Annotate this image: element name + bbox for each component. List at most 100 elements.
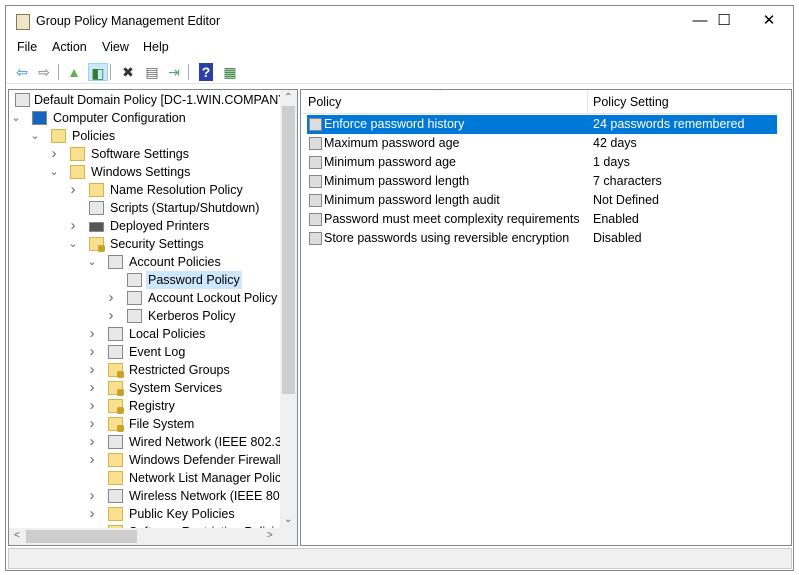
policy-row[interactable]: Store passwords using reversible encrypt… [307, 229, 777, 248]
policy-icon [127, 273, 142, 287]
tree-vertical-scrollbar[interactable]: ⌃ ⌄ [280, 90, 297, 528]
menu-file[interactable]: File [17, 40, 37, 54]
chevron-right-icon[interactable]: › [68, 217, 78, 235]
close-button[interactable]: ✕ [746, 6, 792, 36]
chevron-right-icon[interactable]: › [49, 145, 59, 163]
tree-item-label: Local Policies [129, 327, 206, 341]
policy-setting-icon [309, 156, 322, 169]
tree-item[interactable]: › Local Policies [9, 325, 281, 343]
tree-item-label: Network List Manager Policies [129, 471, 298, 485]
policy-setting-value: 42 days [593, 136, 637, 150]
tree-item[interactable]: Network List Manager Policies [9, 469, 297, 487]
tree-item[interactable]: ⌄ Security Settings [9, 235, 281, 253]
chevron-right-icon[interactable]: › [87, 343, 97, 361]
menu-action[interactable]: Action [52, 40, 87, 54]
chevron-right-icon[interactable]: › [87, 433, 97, 451]
tree-item[interactable]: › Windows Defender Firewall with Advanced… [9, 451, 298, 469]
tree-item-label: Restricted Groups [129, 363, 230, 377]
tree-item-label: Software Settings [91, 147, 189, 161]
export-list-icon[interactable]: ⇥ [164, 63, 184, 81]
column-divider[interactable] [587, 90, 588, 114]
tree-item[interactable]: › Kerberos Policy [9, 307, 281, 325]
tree-item[interactable]: › Public Key Policies [9, 505, 281, 523]
scrollbar-thumb[interactable] [282, 106, 295, 394]
chevron-right-icon[interactable]: › [87, 451, 97, 469]
back-arrow-icon[interactable]: ⇦ [12, 63, 32, 81]
scroll-right-icon[interactable]: > [267, 530, 273, 541]
tree-item-label: Event Log [129, 345, 186, 359]
tree-item[interactable]: ⌄ Computer Configuration [9, 109, 281, 127]
tree-item[interactable]: › Wireless Network (IEEE 802.11) Policies [9, 487, 298, 505]
up-folder-icon[interactable]: ▲ [64, 63, 84, 81]
policy-row[interactable]: Password must meet complexity requiremen… [307, 210, 777, 229]
tree-item[interactable]: › File System [9, 415, 281, 433]
policy-row[interactable]: Maximum password age 42 days [307, 134, 777, 153]
scroll-up-icon[interactable]: ⌃ [284, 92, 292, 103]
chevron-down-icon[interactable]: ⌄ [11, 109, 21, 127]
security-folder-icon [108, 399, 124, 414]
policy-setting-icon [309, 118, 322, 131]
chevron-right-icon[interactable]: › [87, 379, 97, 397]
tree-item[interactable]: › Software Settings [9, 145, 281, 163]
column-header-policy[interactable]: Policy [308, 95, 341, 109]
tree-item[interactable]: Scripts (Startup/Shutdown) [9, 199, 281, 217]
tree-item[interactable]: Default Domain Policy [DC-1.WIN.COMPANY.… [9, 91, 297, 109]
chevron-right-icon[interactable]: › [87, 487, 97, 505]
chevron-down-icon[interactable]: ⌄ [87, 253, 97, 271]
chevron-down-icon[interactable]: ⌄ [49, 163, 59, 181]
show-action-pane-icon[interactable]: ▦ [220, 63, 240, 81]
policy-setting-value: 1 days [593, 155, 630, 169]
chevron-right-icon[interactable]: › [106, 307, 116, 325]
scrollbar-thumb[interactable] [26, 530, 137, 543]
tree-item[interactable]: ⌄ Windows Settings [9, 163, 281, 181]
policy-icon [127, 291, 142, 305]
tree-item[interactable]: › Restricted Groups [9, 361, 281, 379]
tree-item[interactable]: › System Services [9, 379, 281, 397]
tree-item[interactable]: › Wired Network (IEEE 802.3) Policies [9, 433, 298, 451]
policy-name: Minimum password length audit [324, 193, 500, 207]
policy-setting-value: Disabled [593, 231, 642, 245]
menu-view[interactable]: View [102, 40, 129, 54]
tree-item[interactable]: ⌄ Policies [9, 127, 281, 145]
chevron-down-icon[interactable]: ⌄ [30, 127, 40, 145]
show-hide-tree-icon[interactable]: ◧ [88, 63, 108, 81]
forward-arrow-icon[interactable]: ⇨ [34, 63, 54, 81]
tree-item[interactable]: › Registry [9, 397, 281, 415]
tree-item[interactable]: › Event Log [9, 343, 281, 361]
policy-icon [15, 93, 30, 107]
tree-horizontal-scrollbar[interactable]: < > [9, 528, 297, 545]
tree-item[interactable]: › Deployed Printers [9, 217, 281, 235]
chevron-right-icon[interactable]: › [87, 415, 97, 433]
policy-name: Maximum password age [324, 136, 460, 150]
policy-icon [108, 489, 123, 503]
scroll-left-icon[interactable]: < [14, 530, 20, 541]
tree-item[interactable]: › Name Resolution Policy [9, 181, 281, 199]
policy-name: Password must meet complexity requiremen… [324, 212, 580, 226]
chevron-right-icon[interactable]: › [106, 289, 116, 307]
policy-row[interactable]: Enforce password history 24 passwords rem… [307, 115, 777, 134]
tree-item[interactable]: ⌄ Account Policies [9, 253, 281, 271]
maximize-button[interactable]: ☐ [701, 6, 747, 36]
tree-item[interactable]: Password Policy [9, 271, 281, 289]
chevron-right-icon[interactable]: › [87, 361, 97, 379]
chevron-right-icon[interactable]: › [87, 325, 97, 343]
tree-item-label: Account Policies [129, 255, 221, 269]
policy-row[interactable]: Minimum password length audit Not Defined [307, 191, 777, 210]
chevron-right-icon[interactable]: › [68, 181, 78, 199]
chevron-right-icon[interactable]: › [87, 397, 97, 415]
help-icon[interactable]: ? [199, 63, 213, 81]
scroll-down-icon[interactable]: ⌄ [284, 514, 292, 525]
properties-icon[interactable]: ▤ [142, 63, 162, 81]
tree-item-label: Name Resolution Policy [110, 183, 243, 197]
policy-icon [108, 327, 123, 341]
tree-item[interactable]: › Account Lockout Policy [9, 289, 281, 307]
tree-item-label: System Services [129, 381, 223, 395]
chevron-right-icon[interactable]: › [87, 505, 97, 523]
menu-help[interactable]: Help [143, 40, 169, 54]
policy-row[interactable]: Minimum password length 7 characters [307, 172, 777, 191]
column-header-policy-setting[interactable]: Policy Setting [593, 95, 669, 109]
policy-row[interactable]: Minimum password age 1 days [307, 153, 777, 172]
policy-setting-value: 7 characters [593, 174, 662, 188]
chevron-down-icon[interactable]: ⌄ [68, 235, 78, 253]
delete-icon[interactable]: ✖ [118, 63, 138, 81]
